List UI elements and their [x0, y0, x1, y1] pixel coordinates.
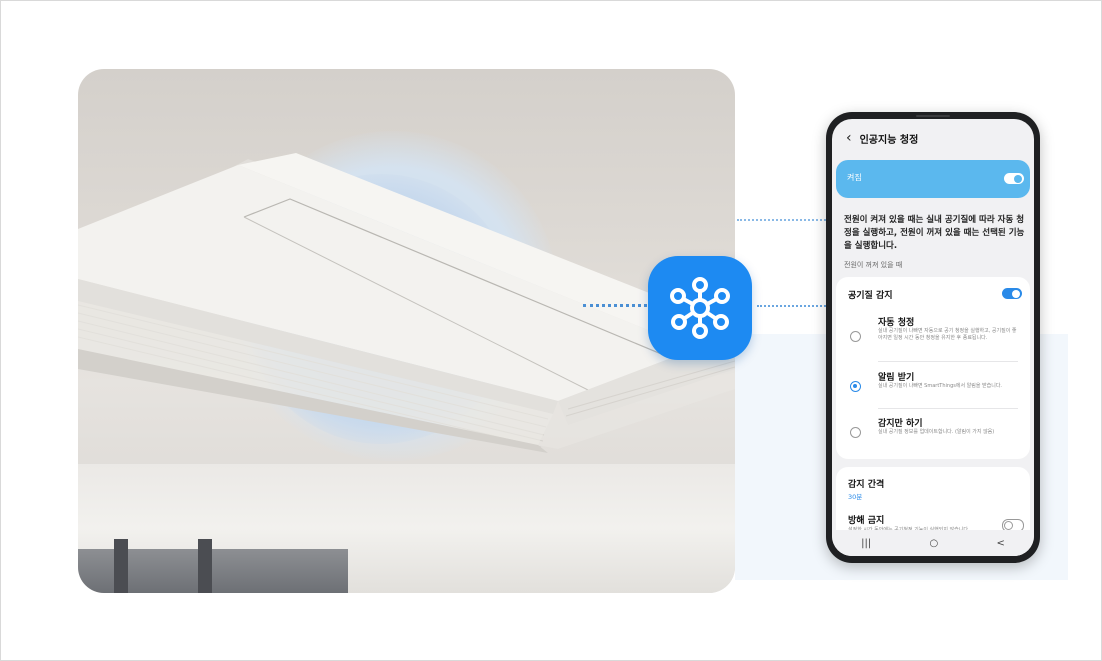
phone-speaker: [916, 115, 950, 117]
power-toggle-row[interactable]: 켜짐: [836, 160, 1030, 198]
product-photo: [78, 69, 735, 593]
connector-line: [737, 219, 829, 221]
window-frame: [198, 539, 212, 593]
divider: [878, 408, 1018, 409]
window-frame: [114, 539, 128, 593]
dnd-label[interactable]: 방해 금지: [848, 513, 884, 526]
interval-value: 30분: [848, 493, 863, 501]
phone-screen: ‹ 인공지능 청정 켜짐 전원이 켜져 있을 때는 실내 공기질에 따라 자동 …: [832, 119, 1034, 556]
air-quality-toggle[interactable]: [1002, 288, 1022, 299]
option-desc: 실내 공기질 정보를 업데이트합니다. (알림이 가지 않음): [878, 429, 995, 435]
option-desc: 실내 공기질이 나빠면 자동으로 공기 청정을 실행하고, 공기질이 좋아지면 …: [878, 328, 1017, 341]
recent-apps-button[interactable]: |||: [861, 538, 871, 549]
option-title: 감지만 하기: [878, 419, 923, 429]
section-label: 전원이 꺼져 있을 때: [844, 261, 903, 269]
divider: [878, 361, 1018, 362]
power-label: 켜짐: [847, 173, 862, 182]
app-header: ‹ 인공지능 청정: [832, 119, 1034, 157]
option-title: 자동 청정: [878, 318, 915, 328]
interval-label[interactable]: 감지 간격: [848, 477, 884, 490]
power-toggle[interactable]: [1004, 173, 1024, 184]
radio-detect-only[interactable]: [850, 427, 861, 438]
phone-device: ‹ 인공지능 청정 켜짐 전원이 켜져 있을 때는 실내 공기질에 따라 자동 …: [826, 112, 1040, 563]
radio-get-alerts[interactable]: [850, 381, 861, 392]
back-button[interactable]: <: [996, 538, 1004, 549]
air-quality-card: 공기질 감지 자동 청정 실내 공기질이 나빠면 자동으로 공기 청정을 실행하…: [836, 277, 1030, 459]
chevron-left-icon[interactable]: ‹: [846, 130, 852, 146]
home-button[interactable]: ○: [929, 538, 938, 549]
smartthings-icon: [648, 256, 752, 360]
connector-line: [583, 304, 653, 307]
android-navbar: ||| ○ <: [832, 530, 1034, 556]
radio-auto-clean[interactable]: [850, 331, 861, 342]
option-desc: 실내 공기질이 나빠면 SmartThings에서 알림을 받습니다.: [878, 383, 1003, 389]
connector-line: [757, 305, 837, 307]
description-text: 전원이 켜져 있을 때는 실내 공기질에 따라 자동 청정을 실행하고, 전원이…: [844, 215, 1025, 251]
option-title: 알림 받기: [878, 373, 915, 383]
page-title: 인공지능 청정: [859, 134, 919, 146]
air-quality-detect-label: 공기질 감지: [848, 291, 893, 301]
